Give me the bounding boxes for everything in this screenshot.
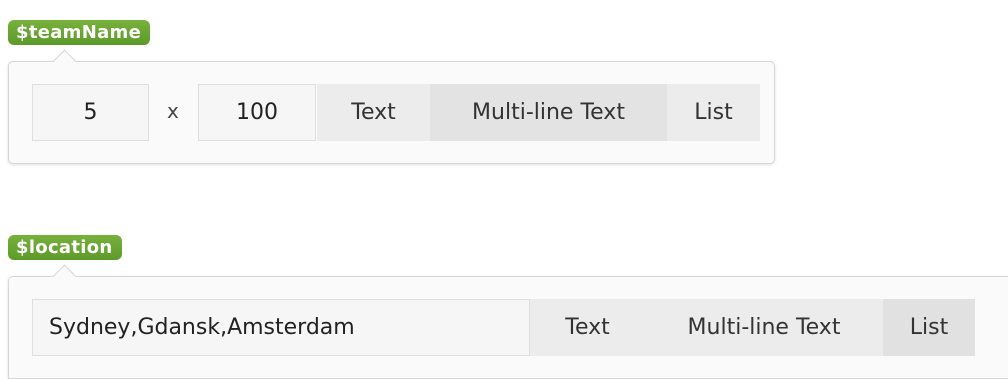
variables-editor: $teamName 5 x 100 Text Multi-line Text L… (0, 0, 1008, 379)
location-type-multiline[interactable]: Multi-line Text (645, 299, 883, 356)
popover-arrow (52, 49, 77, 74)
team-name-type-text[interactable]: Text (317, 84, 430, 141)
rows-count-input[interactable]: 5 (32, 84, 149, 141)
dimension-times-symbol: x (167, 99, 179, 123)
team-name-type-list[interactable]: List (667, 84, 760, 141)
location-type-list[interactable]: List (883, 299, 975, 356)
team-name-type-multiline[interactable]: Multi-line Text (430, 84, 667, 141)
location-popover: Sydney,Gdansk,Amsterdam Text Multi-line … (8, 264, 1008, 379)
columns-count-input[interactable]: 100 (198, 84, 316, 141)
popover-arrow (52, 264, 77, 289)
team-name-popover: 5 x 100 Text Multi-line Text List (8, 49, 775, 164)
location-variable-token[interactable]: $location (8, 235, 122, 260)
team-name-variable-token[interactable]: $teamName (8, 20, 151, 45)
location-value-input[interactable]: Sydney,Gdansk,Amsterdam (32, 299, 530, 356)
location-type-text[interactable]: Text (530, 299, 645, 356)
